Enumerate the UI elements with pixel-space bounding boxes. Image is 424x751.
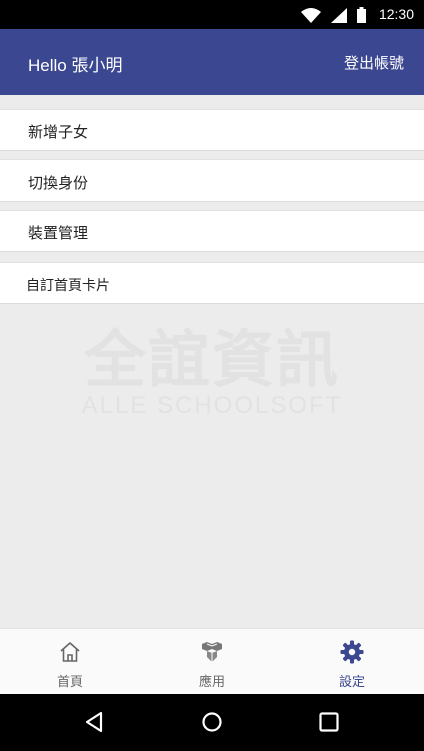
- status-time: 12:30: [378, 6, 414, 22]
- menu-item-label: 切換身份: [28, 174, 89, 192]
- apps-cubes-icon: [202, 642, 222, 662]
- home-icon: [60, 642, 80, 662]
- signal-icon: [331, 8, 347, 23]
- status-icons: [301, 7, 366, 23]
- tab-home[interactable]: 首頁: [10, 629, 130, 695]
- battery-icon: [357, 7, 366, 23]
- tab-label: 應用: [198, 675, 225, 690]
- recents-square-icon[interactable]: [316, 709, 342, 735]
- logout-button[interactable]: 登出帳號: [344, 52, 404, 73]
- menu-item-label: 裝置管理: [28, 224, 89, 242]
- gear-icon: [340, 640, 364, 664]
- menu-item-custom-home-cards[interactable]: 自訂首頁卡片: [0, 262, 424, 304]
- tab-apps[interactable]: 應用: [152, 629, 272, 695]
- back-icon[interactable]: [82, 709, 108, 735]
- watermark-english: ALLE SCHOOLSOFT: [81, 392, 343, 419]
- menu-item-switch-identity[interactable]: 切換身份: [0, 159, 424, 202]
- menu-item-add-child[interactable]: 新增子女: [0, 109, 424, 151]
- app-header: Hello 張小明 登出帳號: [0, 29, 424, 95]
- tab-settings[interactable]: 設定: [292, 629, 412, 695]
- menu-item-label: 新增子女: [28, 123, 89, 141]
- watermark-chinese: 全誼資訊: [83, 323, 340, 396]
- status-bar: 12:30: [0, 0, 424, 29]
- greeting-text: Hello 張小明: [28, 56, 123, 75]
- bottom-tab-bar: 首頁 應用 設定: [0, 628, 424, 695]
- watermark-logo: 全誼資訊 ALLE SCHOOLSOFT: [0, 325, 424, 420]
- menu-item-device-management[interactable]: 裝置管理: [0, 210, 424, 252]
- tab-label: 設定: [338, 675, 365, 690]
- menu-item-label: 自訂首頁卡片: [26, 278, 110, 294]
- system-nav-bar: [0, 694, 424, 751]
- home-circle-icon[interactable]: [199, 709, 225, 735]
- phone-screen: 12:30 Hello 張小明 登出帳號 新增子女 切換身份 裝置管理 自訂首頁…: [0, 0, 424, 751]
- tab-label: 首頁: [56, 675, 83, 690]
- wifi-icon: [301, 8, 321, 23]
